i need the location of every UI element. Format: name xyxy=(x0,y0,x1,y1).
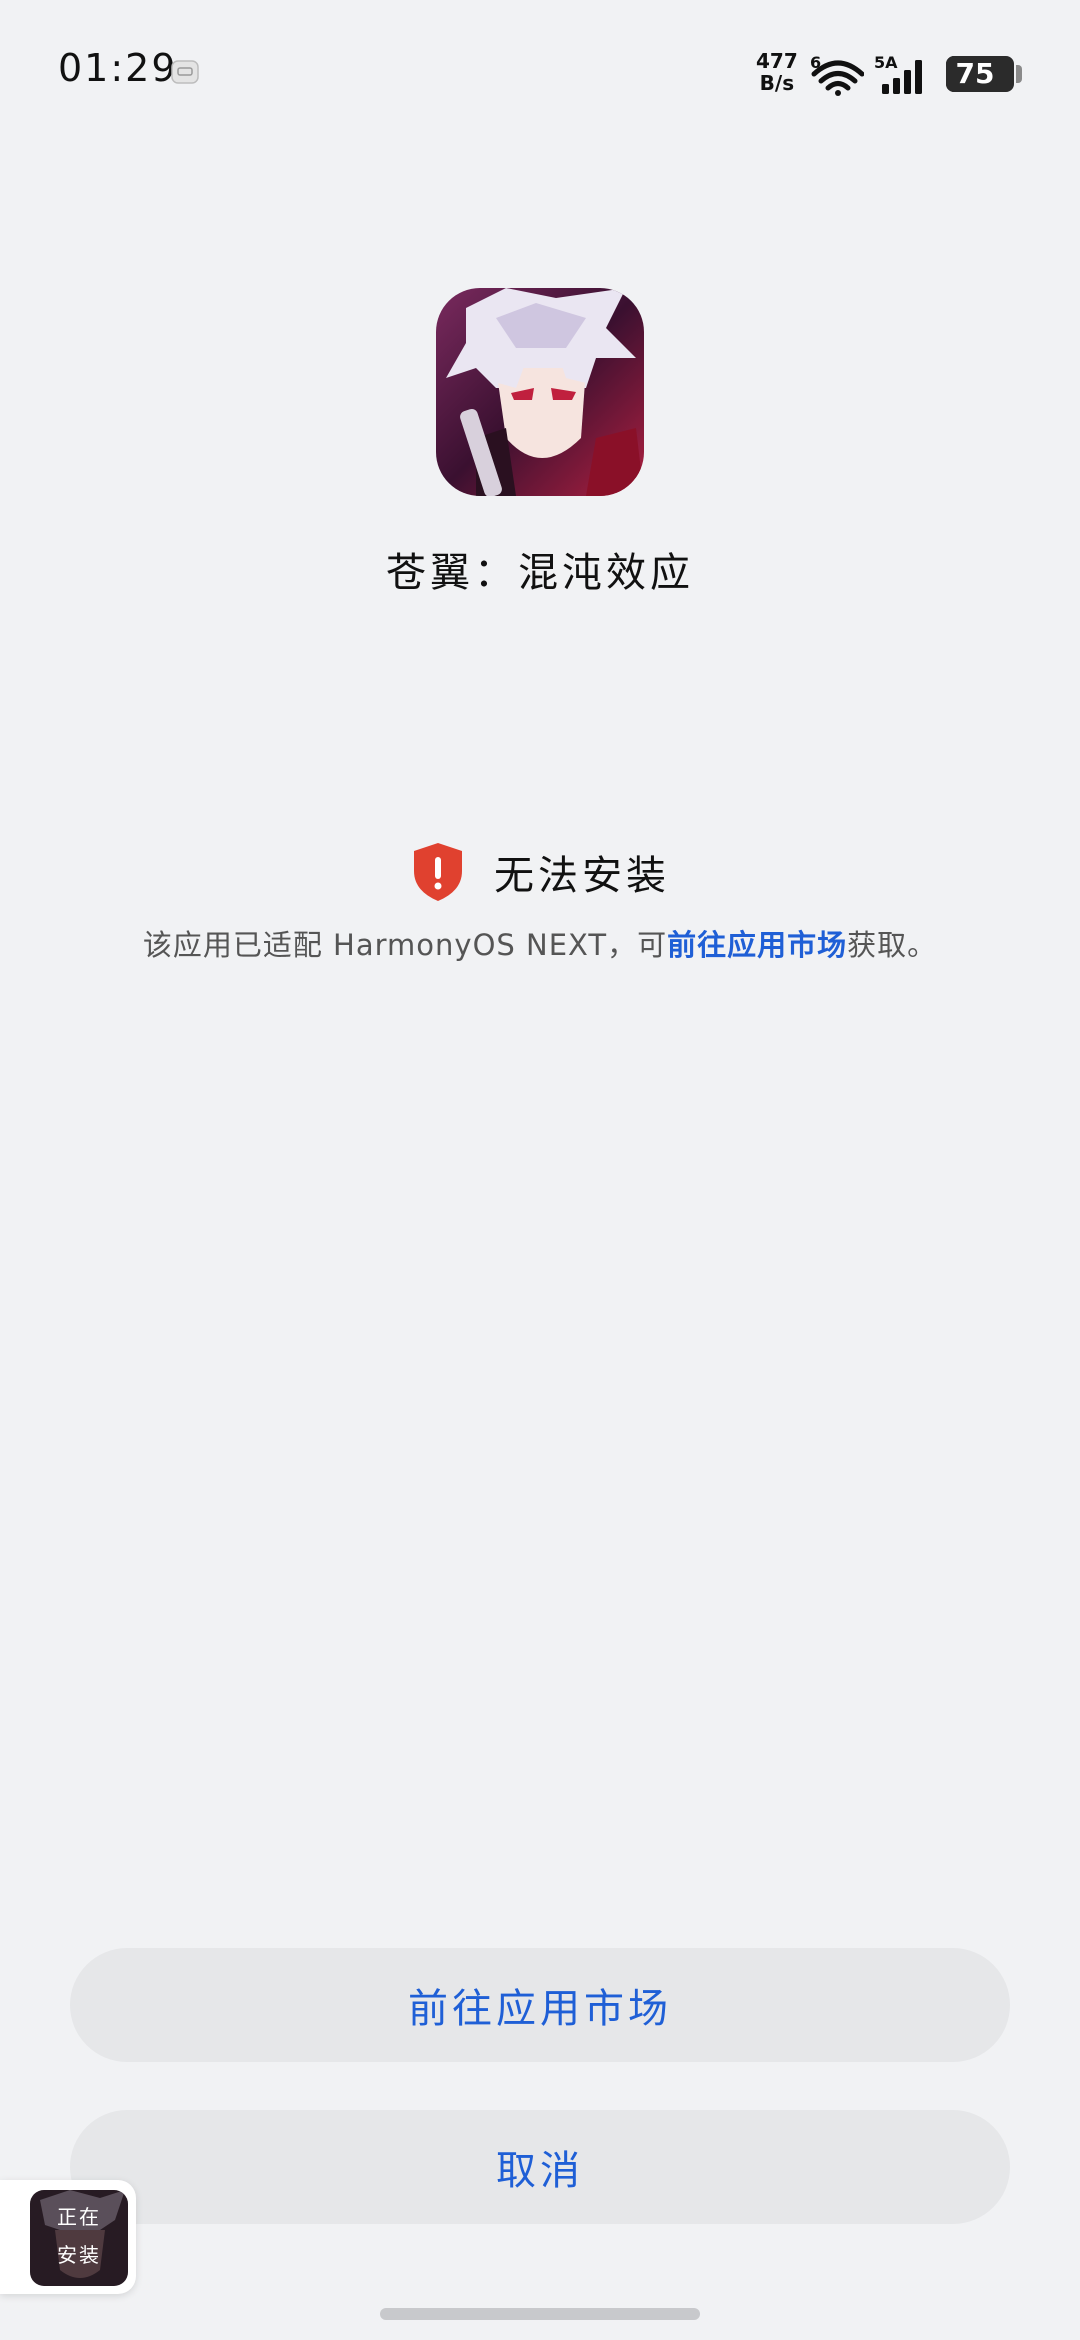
battery-icon: 75 xyxy=(946,56,1014,92)
network-speed: 477 B/s xyxy=(756,50,798,94)
app-icon xyxy=(436,288,644,496)
install-error-title: 无法安装 xyxy=(494,853,670,899)
installing-status-line-2: 安装 xyxy=(57,2243,101,2267)
go-to-app-market-button[interactable]: 前往应用市场 xyxy=(70,1948,1010,2062)
status-bar: 01:29 477 B/s 6 5A 75 xyxy=(0,0,1080,140)
cellular-signal-icon: 5A xyxy=(874,53,922,94)
battery-tip xyxy=(1016,65,1022,83)
message-notification-icon xyxy=(171,60,199,84)
installing-status-line-1: 正在 xyxy=(57,2205,101,2229)
installing-status-text: 正在 安装 xyxy=(30,2198,128,2274)
install-error-description: 该应用已适配 HarmonyOS NEXT，可前往应用市场获取。 xyxy=(0,922,1080,964)
app-market-link[interactable]: 前往应用市场 xyxy=(667,928,847,962)
network-speed-value: 477 xyxy=(756,49,798,73)
shield-alert-icon xyxy=(414,843,462,901)
home-indicator[interactable] xyxy=(380,2308,700,2320)
clock: 01:29 xyxy=(58,46,178,90)
anime-character-icon xyxy=(436,288,644,496)
network-speed-unit: B/s xyxy=(759,71,795,95)
app-name: 苍翼：混沌效应 xyxy=(386,550,694,596)
description-suffix: 获取。 xyxy=(847,928,938,962)
description-prefix: 该应用已适配 HarmonyOS NEXT，可 xyxy=(142,928,668,962)
install-error-header: 无法安装 xyxy=(0,842,1080,902)
cellular-label: 5A xyxy=(874,53,898,72)
cancel-button[interactable]: 取消 xyxy=(70,2110,1010,2224)
wifi-icon: 6 xyxy=(810,53,864,96)
installing-floating-widget[interactable]: 正在 安装 xyxy=(0,2180,136,2294)
battery-percent: 75 xyxy=(955,57,995,90)
